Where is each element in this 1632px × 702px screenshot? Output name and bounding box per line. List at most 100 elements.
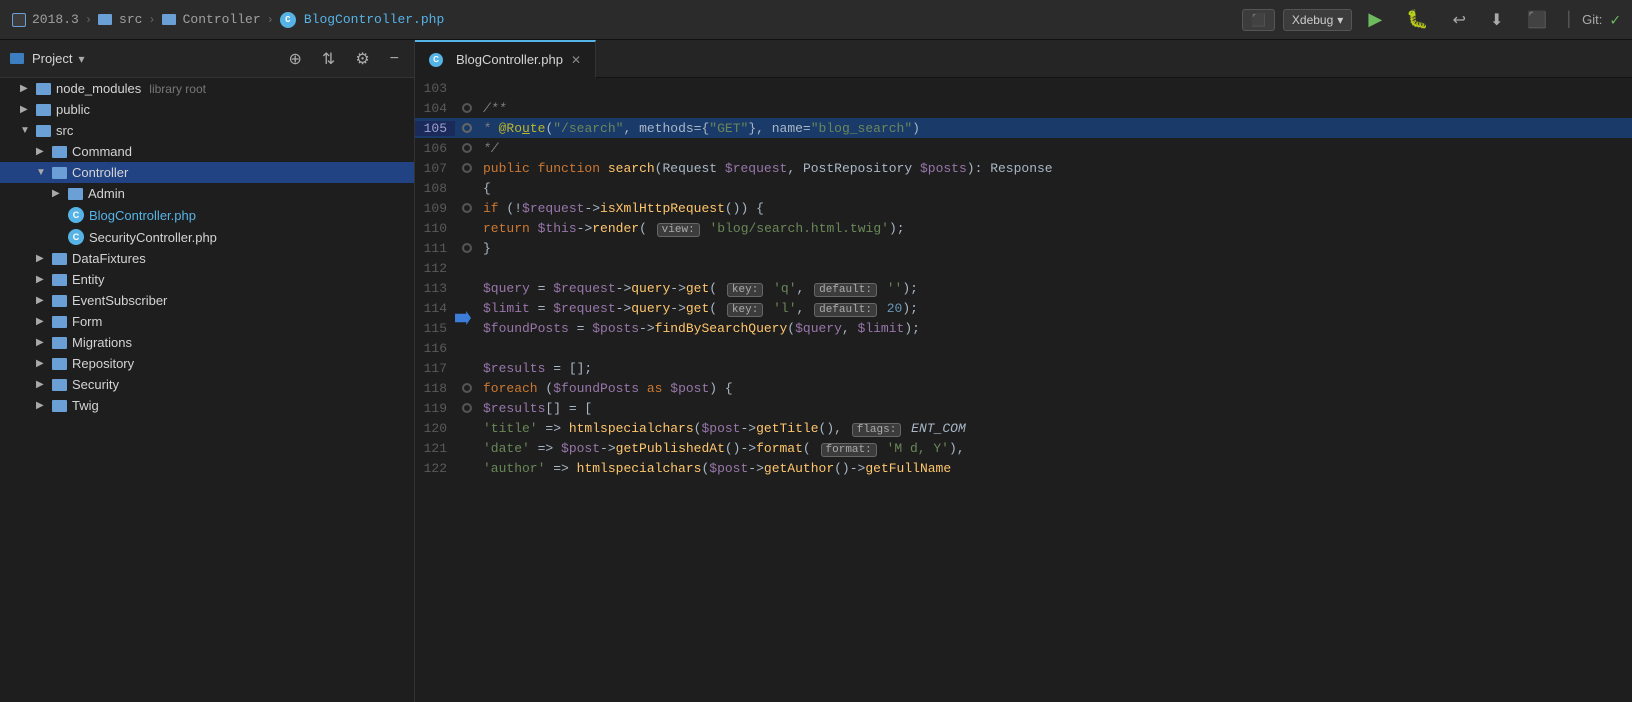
line-number: 114 [415,301,455,316]
code-text: 'date' => $post->getPublishedAt()->forma… [479,441,965,456]
code-line-111: 111 } [415,238,1632,258]
breadcrumb-year: 2018.3 [32,12,79,27]
breadcrumb: 2018.3 › src › Controller › C BlogContro… [12,12,1242,28]
code-area[interactable]: 103 104 /** 105 [415,78,1632,702]
code-line-118: 118 foreach ($foundPosts as $post) { [415,378,1632,398]
folder-icon [52,146,67,158]
sidebar-item-securitycontroller[interactable]: C SecurityController.php [0,226,414,248]
sidebar-item-label: Command [72,144,132,159]
gutter [455,203,479,213]
code-text: 'author' => htmlspecialchars($post->getA… [479,461,951,476]
code-line-106: 106 */ [415,138,1632,158]
add-content-button[interactable]: ⊕ [284,47,307,71]
arrow-icon: ▶ [36,253,52,264]
arrow-icon: ▶ [36,400,52,411]
sidebar-item-label: Controller [72,165,128,180]
sidebar: Project ▾ ⊕ ⇅ ⚙ − ▶ node_modules library… [0,40,415,702]
git-icon: ✓ [1610,10,1620,30]
sidebar-item-label: EventSubscriber [72,293,167,308]
minimize-button[interactable]: − [385,48,404,70]
code-text: foreach ($foundPosts as $post) { [479,381,733,396]
code-line-117: 117 $results = []; [415,358,1632,378]
sep1: › [85,13,92,27]
code-line-104: 104 /** [415,98,1632,118]
gutter [455,143,479,153]
code-line-110: 110 return $this->render( view: 'blog/se… [415,218,1632,238]
sidebar-item-public[interactable]: ▶ public [0,99,414,120]
breadcrumb-controller: Controller [162,12,261,27]
code-text: public function search(Request $request,… [479,161,1053,176]
settings-button[interactable]: ⚙ [350,47,374,71]
folder-icon [36,83,51,95]
sidebar-item-form[interactable]: ▶ Form [0,311,414,332]
sidebar-item-command[interactable]: ▶ Command [0,141,414,162]
code-line-109: 109 if (!$request->isXmlHttpRequest()) { [415,198,1632,218]
sidebar-item-twig[interactable]: ▶ Twig [0,395,414,416]
sidebar-toolbar: Project ▾ ⊕ ⇅ ⚙ − [0,40,414,78]
code-text: $results = []; [479,361,592,376]
code-text: $limit = $request->query->get( key: 'l',… [479,301,918,316]
breakpoint-hollow [462,123,472,133]
folder-icon [98,14,112,25]
code-text: { [479,181,491,196]
sidebar-item-datafixtures[interactable]: ▶ DataFixtures [0,248,414,269]
code-text: if (!$request->isXmlHttpRequest()) { [479,201,764,216]
run-config-button[interactable]: ⬛ [1242,9,1275,31]
folder-icon [52,274,67,286]
sidebar-item-eventsubscriber[interactable]: ▶ EventSubscriber [0,290,414,311]
gutter [455,403,479,413]
code-line-122: 122 'author' => htmlspecialchars($post->… [415,458,1632,478]
line-number: 105 [415,121,455,136]
line-number: 122 [415,461,455,476]
arrow-icon: ▼ [20,125,36,136]
titlebar: 2018.3 › src › Controller › C BlogContro… [0,0,1632,40]
sidebar-item-src[interactable]: ▼ src [0,120,414,141]
code-line-103: 103 [415,78,1632,98]
tab-close-button[interactable]: ✕ [571,53,581,67]
sidebar-item-node-modules[interactable]: ▶ node_modules library root [0,78,414,99]
line-number: 115 [415,321,455,336]
arrow-icon: ▼ [36,167,52,178]
arrow-icon: ▶ [36,379,52,390]
code-line-116: 116 [415,338,1632,358]
xdebug-button[interactable]: Xdebug ▾ [1283,9,1352,31]
sep2: › [148,13,155,27]
arrow-icon: ▶ [36,358,52,369]
sidebar-item-label: src [56,123,73,138]
run-button[interactable]: ▶ [1360,6,1390,33]
scope-button[interactable]: ⇅ [317,47,340,71]
sidebar-item-label: node_modules [56,81,141,96]
arrow-icon: ▶ [20,83,36,94]
sidebar-item-label: Twig [72,398,99,413]
code-text: 'title' => htmlspecialchars($post->getTi… [479,421,966,436]
arrow-icon: ▶ [36,295,52,306]
code-text: } [479,241,491,256]
project-dropdown-icon[interactable]: ▾ [78,52,84,66]
tab-bar: C BlogController.php ✕ [415,40,1632,78]
folder-icon [52,379,67,391]
sidebar-item-label: DataFixtures [72,251,146,266]
folder-icon [52,358,67,370]
line-number: 117 [415,361,455,376]
sidebar-item-entity[interactable]: ▶ Entity [0,269,414,290]
step-into-button[interactable]: ⬇ [1482,7,1511,33]
gutter [455,163,479,173]
line-number: 110 [415,221,455,236]
sidebar-item-controller[interactable]: ▼ Controller [0,162,414,183]
sidebar-item-repository[interactable]: ▶ Repository [0,353,414,374]
debug-button[interactable]: 🐛 [1398,6,1436,33]
tab-blogcontroller[interactable]: C BlogController.php ✕ [415,40,596,78]
divider: | [1563,10,1574,30]
code-line-108: 108 { [415,178,1632,198]
line-number: 107 [415,161,455,176]
php-file-icon: C [68,207,84,223]
arrow-icon: ▶ [36,274,52,285]
sidebar-item-migrations[interactable]: ▶ Migrations [0,332,414,353]
sidebar-item-admin[interactable]: ▶ Admin [0,183,414,204]
stop-button[interactable]: ⬛ [1519,7,1555,33]
line-number: 113 [415,281,455,296]
sidebar-item-blogcontroller[interactable]: C BlogController.php [0,204,414,226]
step-over-button[interactable]: ↩ [1445,7,1474,33]
sidebar-item-security[interactable]: ▶ Security [0,374,414,395]
folder-icon [52,167,67,179]
